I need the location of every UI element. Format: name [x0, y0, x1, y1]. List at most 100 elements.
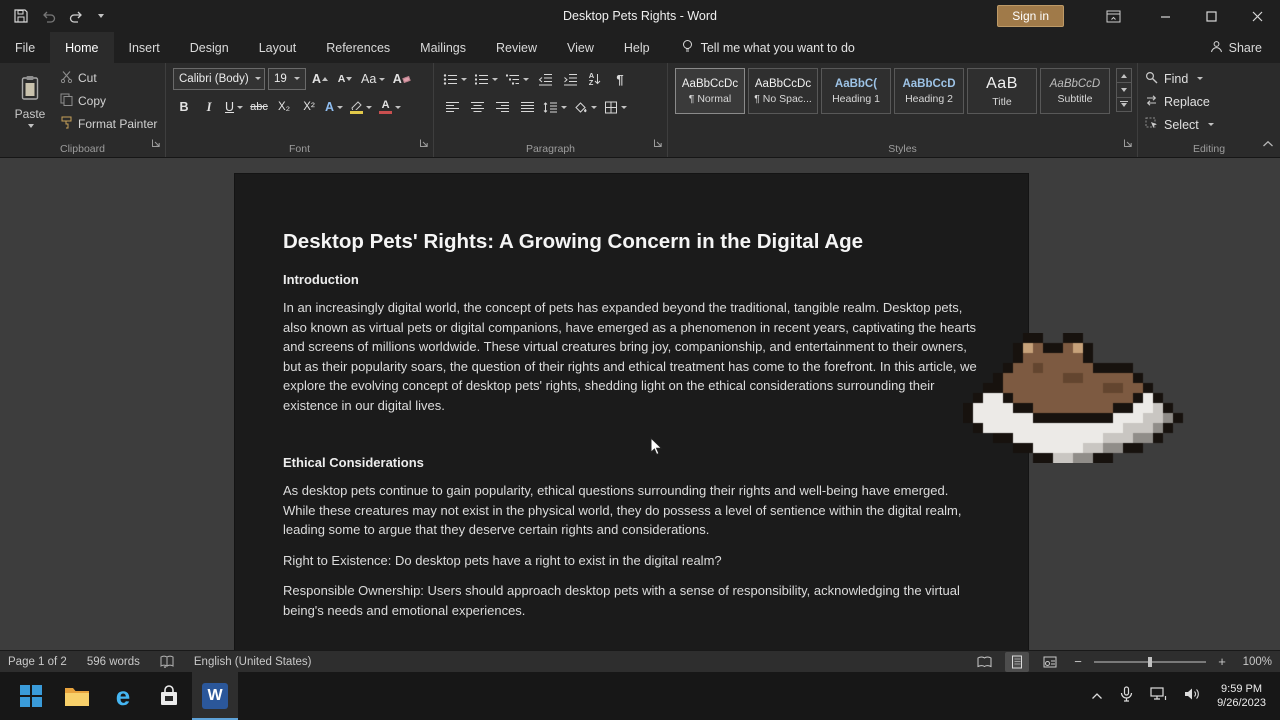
- print-layout-button[interactable]: [1005, 652, 1029, 672]
- font-dialog-launcher-icon[interactable]: [419, 135, 429, 153]
- zoom-level[interactable]: 100%: [1238, 656, 1272, 668]
- show-hide-marks-button[interactable]: ¶: [609, 68, 631, 90]
- language-indicator[interactable]: English (United States): [194, 656, 312, 668]
- sort-button[interactable]: AZ: [584, 68, 606, 90]
- bullets-button[interactable]: [441, 68, 469, 90]
- select-button[interactable]: Select: [1145, 114, 1273, 135]
- edge-browser-button[interactable]: e: [100, 672, 146, 720]
- proofing-icon[interactable]: [160, 655, 174, 668]
- zoom-out-button[interactable]: −: [1071, 654, 1085, 669]
- taskbar-clock[interactable]: 9:59 PM 9/26/2023: [1217, 682, 1266, 710]
- align-left-button[interactable]: [441, 96, 463, 118]
- styles-scroll-up-button[interactable]: [1116, 68, 1132, 83]
- italic-button[interactable]: I: [198, 96, 220, 118]
- clipboard-dialog-launcher-icon[interactable]: [151, 135, 161, 153]
- change-case-button[interactable]: Aa: [359, 68, 387, 90]
- microsoft-store-button[interactable]: [146, 672, 192, 720]
- undo-icon[interactable]: [41, 10, 56, 23]
- justify-button[interactable]: [516, 96, 538, 118]
- find-button[interactable]: Find: [1145, 68, 1273, 89]
- highlight-color-button[interactable]: [348, 96, 374, 118]
- copy-button[interactable]: Copy: [60, 91, 157, 111]
- underline-button[interactable]: U: [223, 96, 245, 118]
- font-family-select[interactable]: Calibri (Body): [173, 68, 265, 90]
- style-no-spacing[interactable]: AaBbCcDc ¶ No Spac...: [748, 68, 818, 114]
- file-explorer-button[interactable]: [54, 672, 100, 720]
- shrink-font-button[interactable]: A: [334, 68, 356, 90]
- subscript-button[interactable]: X₂: [273, 96, 295, 118]
- borders-button[interactable]: [602, 96, 629, 118]
- tab-help[interactable]: Help: [609, 32, 665, 63]
- ribbon-display-options-icon[interactable]: [1090, 0, 1136, 32]
- tab-references[interactable]: References: [311, 32, 405, 63]
- save-icon[interactable]: [14, 9, 28, 23]
- close-button[interactable]: [1234, 0, 1280, 32]
- desktop-pet-sleeping-cat[interactable]: [963, 333, 1203, 463]
- zoom-in-button[interactable]: +: [1215, 654, 1229, 669]
- network-icon[interactable]: [1150, 687, 1167, 706]
- web-layout-button[interactable]: [1038, 652, 1062, 672]
- page-indicator[interactable]: Page 1 of 2: [8, 656, 67, 668]
- bold-button[interactable]: B: [173, 96, 195, 118]
- paste-button[interactable]: Paste: [7, 68, 53, 134]
- style-subtitle[interactable]: AaBbCcD Subtitle: [1040, 68, 1110, 114]
- grow-font-button[interactable]: A: [309, 68, 331, 90]
- collapse-ribbon-icon[interactable]: [1262, 135, 1274, 153]
- font-color-button[interactable]: A: [377, 96, 403, 118]
- redo-icon[interactable]: [69, 10, 84, 23]
- tab-file[interactable]: File: [0, 32, 50, 63]
- word-taskbar-button[interactable]: W: [192, 672, 238, 720]
- styles-scroll-down-button[interactable]: [1116, 82, 1132, 97]
- shading-button[interactable]: [572, 96, 599, 118]
- start-button[interactable]: [8, 672, 54, 720]
- multilevel-list-button[interactable]: [503, 68, 531, 90]
- minimize-button[interactable]: [1142, 0, 1188, 32]
- tab-insert[interactable]: Insert: [114, 32, 175, 63]
- clear-formatting-button[interactable]: A: [390, 68, 412, 90]
- tab-view[interactable]: View: [552, 32, 609, 63]
- styles-dialog-launcher-icon[interactable]: [1123, 135, 1133, 153]
- font-color-swatch: [379, 111, 392, 115]
- tab-layout[interactable]: Layout: [244, 32, 312, 63]
- style-title[interactable]: AaB Title: [967, 68, 1037, 114]
- microphone-icon[interactable]: [1120, 686, 1133, 707]
- tab-mailings[interactable]: Mailings: [405, 32, 481, 63]
- share-label: Share: [1229, 41, 1262, 55]
- cut-button[interactable]: Cut: [60, 68, 157, 88]
- style-normal[interactable]: AaBbCcDc ¶ Normal: [675, 68, 745, 114]
- tab-design[interactable]: Design: [175, 32, 244, 63]
- text-effects-button[interactable]: A: [323, 96, 345, 118]
- styles-gallery-expand-button[interactable]: [1116, 97, 1132, 112]
- document-page[interactable]: Desktop Pets' Rights: A Growing Concern …: [235, 174, 1028, 650]
- tell-me-box[interactable]: Tell me what you want to do: [681, 32, 855, 63]
- format-painter-button[interactable]: Format Painter: [60, 114, 157, 134]
- line-spacing-button[interactable]: [541, 96, 569, 118]
- replace-button[interactable]: Replace: [1145, 91, 1273, 112]
- font-size-select[interactable]: 19: [268, 68, 306, 90]
- customize-qat-icon[interactable]: [98, 14, 104, 18]
- style-heading-1[interactable]: AaBbC( Heading 1: [821, 68, 891, 114]
- tab-review[interactable]: Review: [481, 32, 552, 63]
- align-center-button[interactable]: [466, 96, 488, 118]
- tab-home[interactable]: Home: [50, 32, 113, 63]
- style-heading-2[interactable]: AaBbCcD Heading 2: [894, 68, 964, 114]
- sign-in-button[interactable]: Sign in: [997, 5, 1064, 27]
- zoom-slider-knob[interactable]: [1148, 657, 1152, 667]
- show-hidden-icons-chevron[interactable]: [1091, 687, 1103, 705]
- read-mode-button[interactable]: [972, 652, 996, 672]
- numbering-button[interactable]: [472, 68, 500, 90]
- increase-indent-button[interactable]: [559, 68, 581, 90]
- document-heading-introduction: Introduction: [283, 272, 980, 287]
- volume-icon[interactable]: [1184, 687, 1200, 706]
- share-button[interactable]: Share: [1192, 32, 1280, 63]
- strikethrough-button[interactable]: abc: [248, 96, 270, 118]
- maximize-button[interactable]: [1188, 0, 1234, 32]
- paragraph-dialog-launcher-icon[interactable]: [653, 135, 663, 153]
- down-arrow-icon: [594, 73, 601, 85]
- word-count[interactable]: 596 words: [87, 656, 140, 668]
- superscript-button[interactable]: X²: [298, 96, 320, 118]
- decrease-indent-button[interactable]: [534, 68, 556, 90]
- bullet-list-icon: [443, 73, 458, 86]
- zoom-slider[interactable]: [1094, 661, 1206, 663]
- align-right-button[interactable]: [491, 96, 513, 118]
